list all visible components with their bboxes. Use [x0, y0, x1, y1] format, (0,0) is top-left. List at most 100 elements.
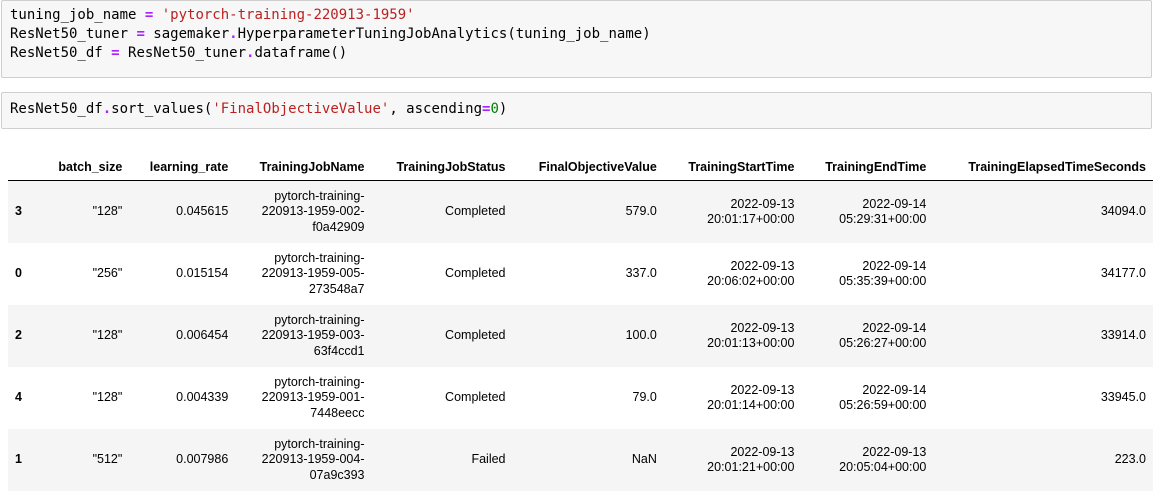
cell-training-end-time-line: 05:29:31+00:00 — [839, 212, 927, 226]
code-line: tuning_job_name = 'pytorch-training-2209… — [10, 6, 1143, 25]
cell-training-job-name-line: 7448eecc — [310, 405, 365, 420]
cell-learning-rate: 0.015154 — [176, 266, 229, 281]
cell-training-job-name-lines: pytorch-training- 220913-1959-001- 7448eec… — [262, 375, 365, 422]
code-token: . — [229, 26, 238, 42]
cell-training-elapsed-time: 34094.0 — [1100, 204, 1146, 219]
cell-training-start-time: 2022-09-13 20:01:17+00:00 — [664, 181, 802, 244]
column-header: TrainingJobName — [235, 150, 372, 181]
cell-training-elapsed-time: 33914.0 — [1100, 328, 1146, 343]
cell-training-job-name-line: pytorch-training- — [274, 250, 365, 265]
cell-training-job-name-lines: pytorch-training- 220913-1959-004- 07a9c39… — [262, 437, 365, 484]
cell-training-start-time-line: 20:01:13+00:00 — [707, 336, 795, 350]
cell-training-start-time: 2022-09-13 20:01:13+00:00 — [664, 305, 802, 367]
row-index: 3 — [15, 204, 22, 219]
row-index: 4 — [15, 390, 22, 405]
cell-training-job-status: Completed — [445, 328, 506, 343]
cell-training-end-time-line: 2022-09-14 — [862, 258, 927, 273]
code-cell-1[interactable]: tuning_job_name = 'pytorch-training-2209… — [1, 0, 1152, 78]
column-header: TrainingEndTime — [801, 150, 934, 181]
cell-training-end-time-line: 2022-09-14 — [862, 320, 927, 335]
cell-training-start-time-line: 20:01:21+00:00 — [707, 460, 795, 474]
cell-training-end-time-line: 20:05:04+00:00 — [839, 460, 927, 474]
code-token: = — [136, 26, 145, 42]
cell-training-job-name: pytorch-training- 220913-1959-005- 273548a… — [235, 243, 371, 305]
cell-training-job-name-line: 220913-1959-003- — [261, 328, 365, 343]
cell-training-start-time-line: 2022-09-13 — [730, 382, 795, 397]
cell-training-job-name-line: 220913-1959-004- — [261, 452, 365, 467]
code-token: ResNet50_df — [10, 45, 112, 61]
cell-training-job-name-line: f0a42909 — [312, 219, 365, 234]
cell-training-elapsed-time: 223.0 — [1114, 452, 1146, 467]
cell-training-start-time: 2022-09-13 20:06:02+00:00 — [664, 243, 802, 305]
cell-training-start-time-lines: 2022-09-13 20:01:14+00:00 — [671, 382, 795, 414]
cell-training-job-name-line: pytorch-training- — [274, 188, 365, 203]
cell-training-end-time-line: 2022-09-14 — [862, 382, 927, 397]
code-token: ResNet50_tuner — [119, 45, 247, 61]
cell-batch-size: "128" — [92, 328, 123, 343]
column-header — [8, 150, 41, 181]
cell-training-job-name-lines: pytorch-training- 220913-1959-002- f0a4290… — [262, 189, 365, 236]
cell-training-job-name-line: 273548a7 — [308, 281, 365, 296]
code-token: 'pytorch-training-220913-1959' — [161, 7, 415, 23]
cell-training-end-time-line: 05:26:59+00:00 — [839, 398, 927, 412]
cell-training-end-time-line: 05:35:39+00:00 — [839, 274, 927, 288]
cell-training-start-time-line: 2022-09-13 — [730, 444, 795, 459]
cell-training-job-name-line: pytorch-training- — [274, 312, 365, 327]
table-row: 0 "256" 0.015154 pytorch-training- 220913-19… — [8, 243, 1153, 305]
cell-training-end-time: 2022-09-14 05:26:27+00:00 — [801, 305, 933, 367]
cell-training-job-name-line: pytorch-training- — [274, 374, 365, 389]
row-index: 0 — [15, 266, 22, 281]
cell-batch-size: "256" — [92, 266, 123, 281]
cell-training-job-name-lines: pytorch-training- 220913-1959-003- 63f4ccd… — [262, 313, 365, 360]
cell-learning-rate: 0.004339 — [176, 390, 229, 405]
column-header: TrainingElapsedTimeSeconds — [933, 150, 1153, 181]
table-row: 1 "512" 0.007986 pytorch-training- 220913-19… — [8, 429, 1153, 491]
code-line: ResNet50_tuner = sagemaker.Hyperparamete… — [10, 25, 1143, 44]
table-header-row: batch_size learning_rate TrainingJobName Tr… — [8, 150, 1153, 181]
cell-training-end-time-lines: 2022-09-14 05:26:59+00:00 — [808, 383, 926, 414]
table-row: 4 "128" 0.004339 pytorch-training- 220913-19… — [8, 367, 1153, 429]
cell-training-end-time: 2022-09-14 05:26:59+00:00 — [801, 367, 933, 429]
cell-training-start-time-lines: 2022-09-13 20:01:21+00:00 — [671, 444, 795, 476]
cell-learning-rate: 0.007986 — [176, 452, 229, 467]
cell-training-end-time-line: 2022-09-14 — [862, 196, 927, 211]
cell-training-end-time-lines: 2022-09-14 05:35:39+00:00 — [808, 259, 926, 290]
code-token: tuning_job_name — [10, 7, 145, 23]
cell-training-job-status: Completed — [445, 204, 506, 219]
table-row: 3 "128" 0.045615 pytorch-training- 220913-19… — [8, 180, 1153, 244]
cell-training-job-name: pytorch-training- 220913-1959-001- 7448eec… — [235, 367, 371, 429]
cell-training-elapsed-time: 33945.0 — [1100, 390, 1146, 405]
cell-final-objective-value: NaN — [631, 452, 657, 467]
column-header: TrainingJobStatus — [371, 150, 513, 181]
cell-training-job-name-line: 63f4ccd1 — [313, 343, 365, 358]
cell-training-job-name: pytorch-training- 220913-1959-003- 63f4ccd… — [235, 305, 371, 367]
cell-training-job-name-line: pytorch-training- — [274, 436, 365, 451]
cell-batch-size: "128" — [92, 390, 123, 405]
cell-training-end-time-lines: 2022-09-14 05:29:31+00:00 — [808, 197, 926, 228]
code-line: ResNet50_df.sort_values('FinalObjectiveV… — [10, 100, 1143, 119]
cell-training-job-name-line: 07a9c393 — [309, 467, 365, 482]
code-cell-2[interactable]: ResNet50_df.sort_values('FinalObjectiveV… — [1, 92, 1152, 129]
code-line: ResNet50_df = ResNet50_tuner.dataframe() — [10, 44, 1143, 63]
cell-training-job-status: Completed — [445, 266, 506, 281]
code-token: sagemaker — [144, 26, 230, 42]
code-token: dataframe() — [254, 45, 348, 61]
cell-training-end-time: 2022-09-14 05:29:31+00:00 — [801, 181, 933, 244]
cell-training-job-name: pytorch-training- 220913-1959-004- 07a9c39… — [235, 429, 371, 491]
cell-final-objective-value: 100.0 — [625, 328, 657, 343]
cell-training-end-time-lines: 2022-09-14 05:26:27+00:00 — [808, 321, 926, 352]
cell-training-job-status: Failed — [471, 452, 506, 467]
column-header: TrainingStartTime — [663, 150, 802, 181]
dataframe-output: batch_size learning_rate TrainingJobName Tr… — [8, 150, 1153, 491]
code-token: HyperparameterTuningJobAnalytics(tuning_… — [237, 26, 651, 42]
code-token: , ascending — [389, 101, 483, 117]
cell-training-start-time-lines: 2022-09-13 20:06:02+00:00 — [671, 259, 794, 290]
cell-training-start-time: 2022-09-13 20:01:14+00:00 — [664, 367, 802, 429]
code-token: . — [102, 101, 112, 117]
cell-training-end-time-lines: 2022-09-13 20:05:04+00:00 — [808, 445, 926, 476]
cell-learning-rate: 0.045615 — [176, 204, 229, 219]
cell-training-end-time-line: 05:26:27+00:00 — [839, 336, 927, 350]
column-header: FinalObjectiveValue — [512, 150, 664, 181]
code-token: ResNet50_df — [10, 101, 103, 117]
